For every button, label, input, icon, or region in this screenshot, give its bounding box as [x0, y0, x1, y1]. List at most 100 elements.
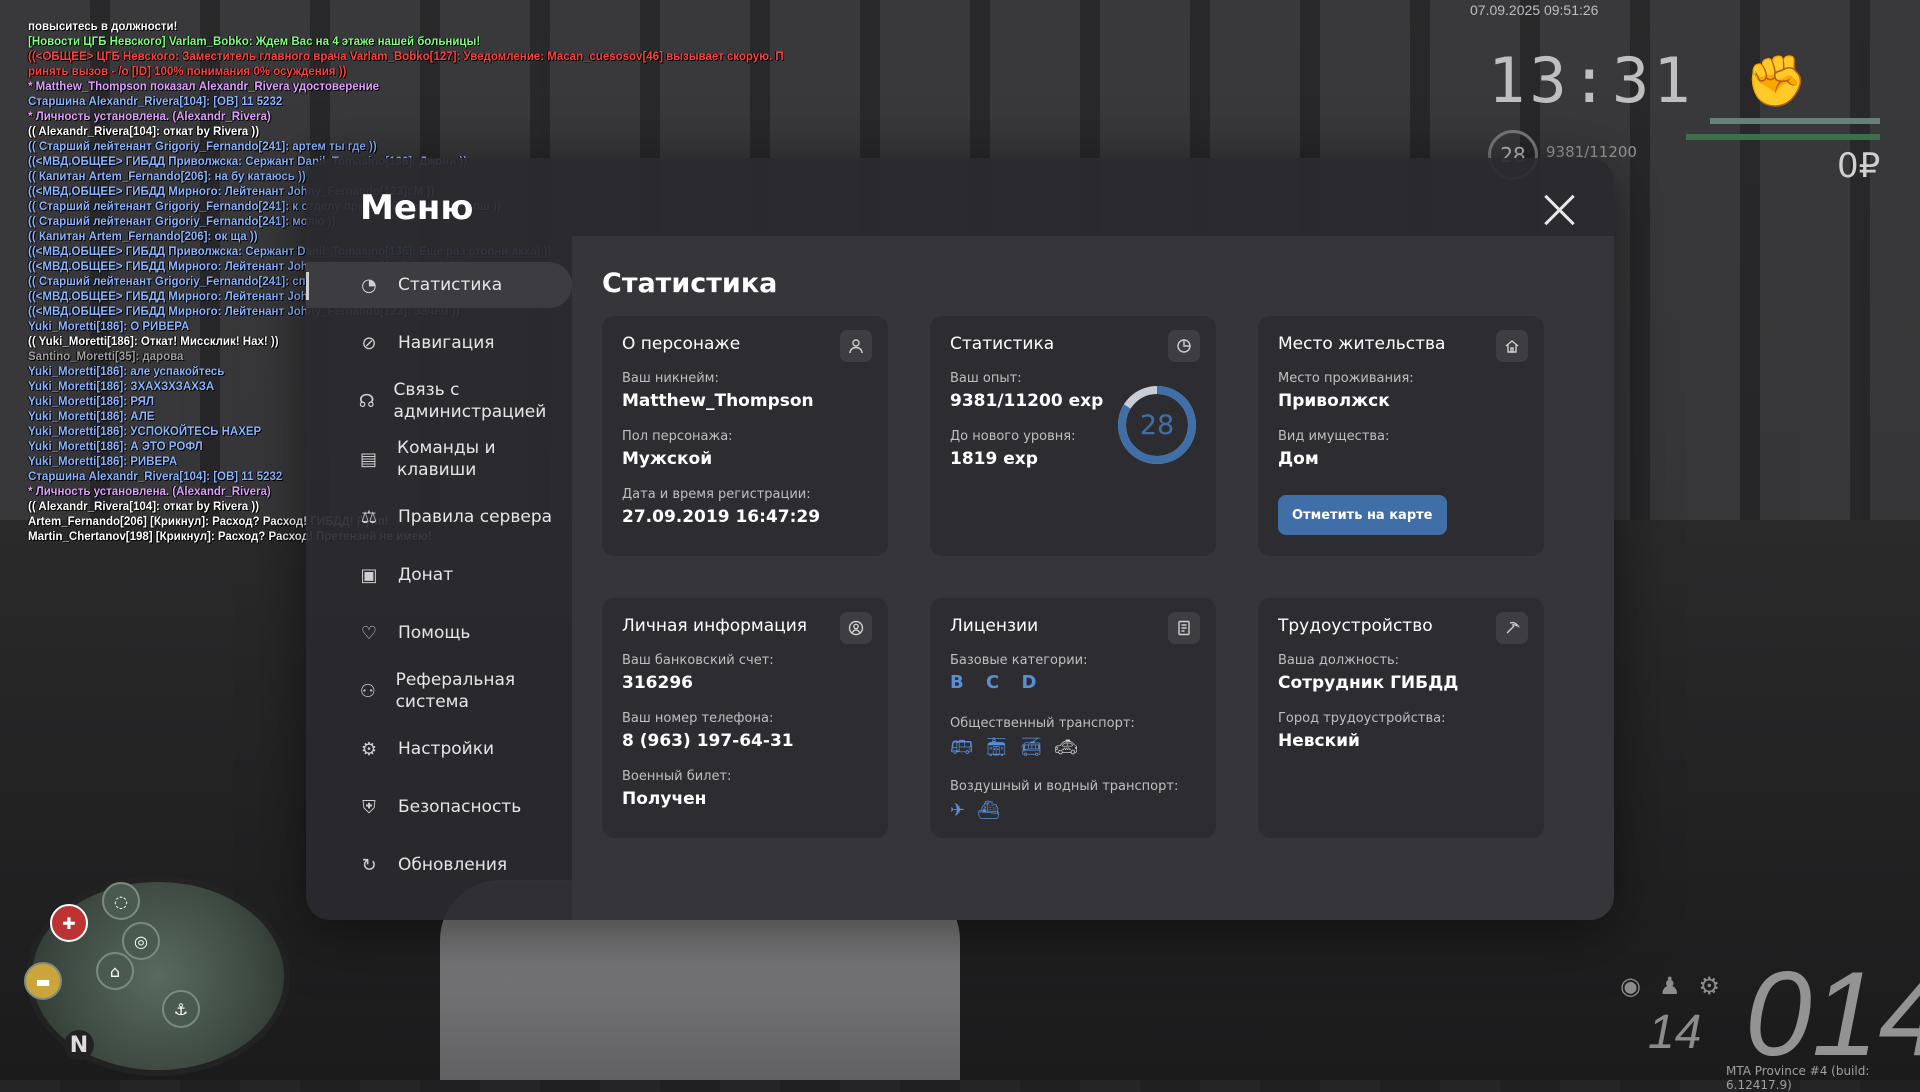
card-licenses: Лицензии Базовые категории: B C D Общест…	[930, 598, 1216, 838]
content-panel: Статистика О персонаже Ваш никнейм: Matt…	[572, 236, 1614, 920]
field-air-water-transport: Воздушный и водный транспорт: ✈⛴	[950, 779, 1179, 821]
shield-icon: ⛨	[362, 796, 376, 818]
hospital-icon: ✚	[50, 904, 88, 942]
card-heading: Лицензии	[950, 616, 1039, 636]
chat-line: [Новости ЦГБ Невского] Varlam_Bobko: Жде…	[28, 36, 481, 48]
sidebar-item-10[interactable]: ⛨ Безопасность	[306, 784, 572, 830]
heart-hands-icon: ♡	[360, 622, 378, 644]
hud-clock: 13:31	[1488, 44, 1695, 117]
hud-money: 0₽	[1837, 146, 1881, 186]
card-heading: Статистика	[950, 334, 1055, 354]
chat-line: (( Alexandr_Rivera[104]: откат by Rivera…	[28, 126, 260, 138]
taxi-icon: 🚕︎	[1054, 737, 1090, 758]
field-residence: Место проживания: Приволжск	[1278, 371, 1414, 411]
trolleybus-icon: 🚎︎	[1019, 737, 1055, 758]
field-military-id: Военный билет: Получен	[622, 769, 732, 809]
card-employment: Трудоустройство Ваша должность: Сотрудни…	[1258, 598, 1544, 838]
sidebar-item-label: Команды и клавиши	[397, 438, 496, 480]
sidebar-item-label: Навигация	[398, 333, 495, 353]
target-icon: ◎	[122, 922, 160, 960]
vehicle-status-icons: ◉♟⚙	[1620, 972, 1738, 1000]
sidebar-item-label: Статистика	[398, 275, 503, 295]
headlight-icon: ◉	[1620, 972, 1659, 1000]
armor-bar	[1710, 118, 1880, 124]
level-progress-ring: 28	[1118, 386, 1196, 464]
profile-circle-icon	[840, 612, 872, 644]
health-bar	[1686, 134, 1880, 140]
compass-icon: ⊘	[361, 332, 377, 354]
sidebar-item-7[interactable]: ♡ Помощь	[306, 610, 572, 656]
license-categories: B C D	[950, 672, 1045, 693]
sidebar-item-label: Безопасность	[398, 797, 522, 817]
fuel-readout: 14	[1648, 1006, 1702, 1059]
close-button[interactable]	[1538, 188, 1582, 232]
speedometer: 014	[1745, 947, 1920, 1081]
card-heading: Трудоустройство	[1278, 616, 1433, 636]
plane-icon: ✈	[950, 800, 978, 821]
wallet-icon: ▣	[360, 564, 378, 586]
fist-weapon-icon: ✊	[1745, 52, 1808, 110]
level-number: 28	[1140, 410, 1174, 441]
field-gender: Пол персонажа: Мужской	[622, 429, 733, 469]
chat-line: * Личность установлена. (Alexandr_Rivera…	[28, 111, 271, 123]
chat-line: Старшина Alexandr_Rivera[104]: [OB] 11 5…	[28, 96, 283, 108]
field-exp: Ваш опыт: 9381/11200 exp	[950, 371, 1104, 411]
card-character: О персонаже Ваш никнейм: Matthew_Thompso…	[602, 316, 888, 556]
card-residence: Место жительства Место проживания: Приво…	[1258, 316, 1544, 556]
field-position: Ваша должность: Сотрудник ГИБДД	[1278, 653, 1459, 693]
chat-line: ринять вызов - /o [ID] 100% понимания 0%…	[28, 66, 347, 78]
menu-modal: Меню ◔ Статистика ⊘ Навигация ☊ Связь с админ…	[306, 158, 1614, 920]
field-next-level: До нового уровня: 1819 exp	[950, 429, 1076, 469]
card-heading: Место жительства	[1278, 334, 1446, 354]
rules-icon: ⚖	[360, 506, 378, 528]
sidebar-item-label: Донат	[398, 565, 454, 585]
card-personal-info: Личная информация Ваш банковский счет: 3…	[602, 598, 888, 838]
sidebar-item-3[interactable]: ☊ Связь с администрацией	[306, 378, 572, 424]
sidebar-item-4[interactable]: ▤ Команды и клавиши	[306, 436, 572, 482]
sidebar-item-1[interactable]: ◔ Статистика	[306, 262, 572, 308]
pie-chart-icon: ◔	[361, 274, 377, 296]
field-property: Вид имущества: Дом	[1278, 429, 1390, 469]
card-heading: О персонаже	[622, 334, 741, 354]
home-icon	[1496, 330, 1528, 362]
sidebar-item-label: Обновления	[398, 855, 508, 875]
chat-line: (( Старший лейтенант Grigoriy_Fernando[2…	[28, 141, 377, 153]
sidebar-item-11[interactable]: ↻ Обновления	[306, 842, 572, 888]
chat-line: повыситесь в должности!	[28, 21, 178, 33]
headset-icon: ☊	[358, 390, 375, 412]
sidebar-item-label: Правила сервера	[398, 507, 553, 527]
engine-icon: ⚙	[1698, 972, 1738, 1000]
user-icon	[840, 330, 872, 362]
sidebar-item-8[interactable]: ⚇ Реферальная система	[306, 668, 572, 714]
menu-title: Меню	[360, 188, 474, 228]
sidebar-item-5[interactable]: ⚖ Правила сервера	[306, 494, 572, 540]
seatbelt-icon: ♟	[1658, 972, 1699, 1000]
chat-line: ((<ОБЩЕЕ> ЦГБ Невского: Заместитель глав…	[28, 51, 784, 63]
map-north-indicator: N	[64, 1030, 94, 1060]
sidebar-item-label: Реферальная система	[395, 670, 516, 712]
pickaxe-icon	[1496, 612, 1528, 644]
field-registration: Дата и время регистрации: 27.09.2019 16:…	[622, 487, 821, 527]
sidebar-item-label: Связь с администрацией	[393, 380, 547, 422]
gear-icon: ⚙	[360, 738, 378, 760]
menu-sidebar: ◔ Статистика ⊘ Навигация ☊ Связь с администра…	[306, 262, 572, 900]
build-version: MTA Province #4 (build: 6.12417.9)	[1726, 1064, 1870, 1092]
sidebar-item-2[interactable]: ⊘ Навигация	[306, 320, 572, 366]
card-heading: Личная информация	[622, 616, 808, 636]
tram-icon: 🚋︎	[984, 737, 1020, 758]
field-base-categories: Базовые категории: B C D	[950, 653, 1088, 693]
field-public-transport: Общественный транспорт: 🚌︎🚋︎🚎︎🚕︎	[950, 716, 1135, 758]
field-job-city: Город трудоустройства: Невский	[1278, 711, 1446, 751]
users-icon: ⚇	[359, 680, 376, 702]
house-icon: ⌂	[96, 952, 134, 990]
sidebar-item-label: Настройки	[398, 739, 495, 759]
hud-datetime: 07.09.2025 09:51:26	[1470, 2, 1599, 18]
sidebar-item-label: Помощь	[398, 623, 471, 643]
sidebar-item-6[interactable]: ▣ Донат	[306, 552, 572, 598]
chat-line: * Matthew_Thompson показал Alexandr_Rive…	[28, 81, 380, 93]
license-document-icon	[1168, 612, 1200, 644]
content-title: Статистика	[602, 268, 778, 299]
sidebar-item-9[interactable]: ⚙ Настройки	[306, 726, 572, 772]
field-phone: Ваш номер телефона: 8 (963) 197-64-31	[622, 711, 794, 751]
mark-on-map-button[interactable]: Отметить на карте	[1278, 495, 1447, 535]
